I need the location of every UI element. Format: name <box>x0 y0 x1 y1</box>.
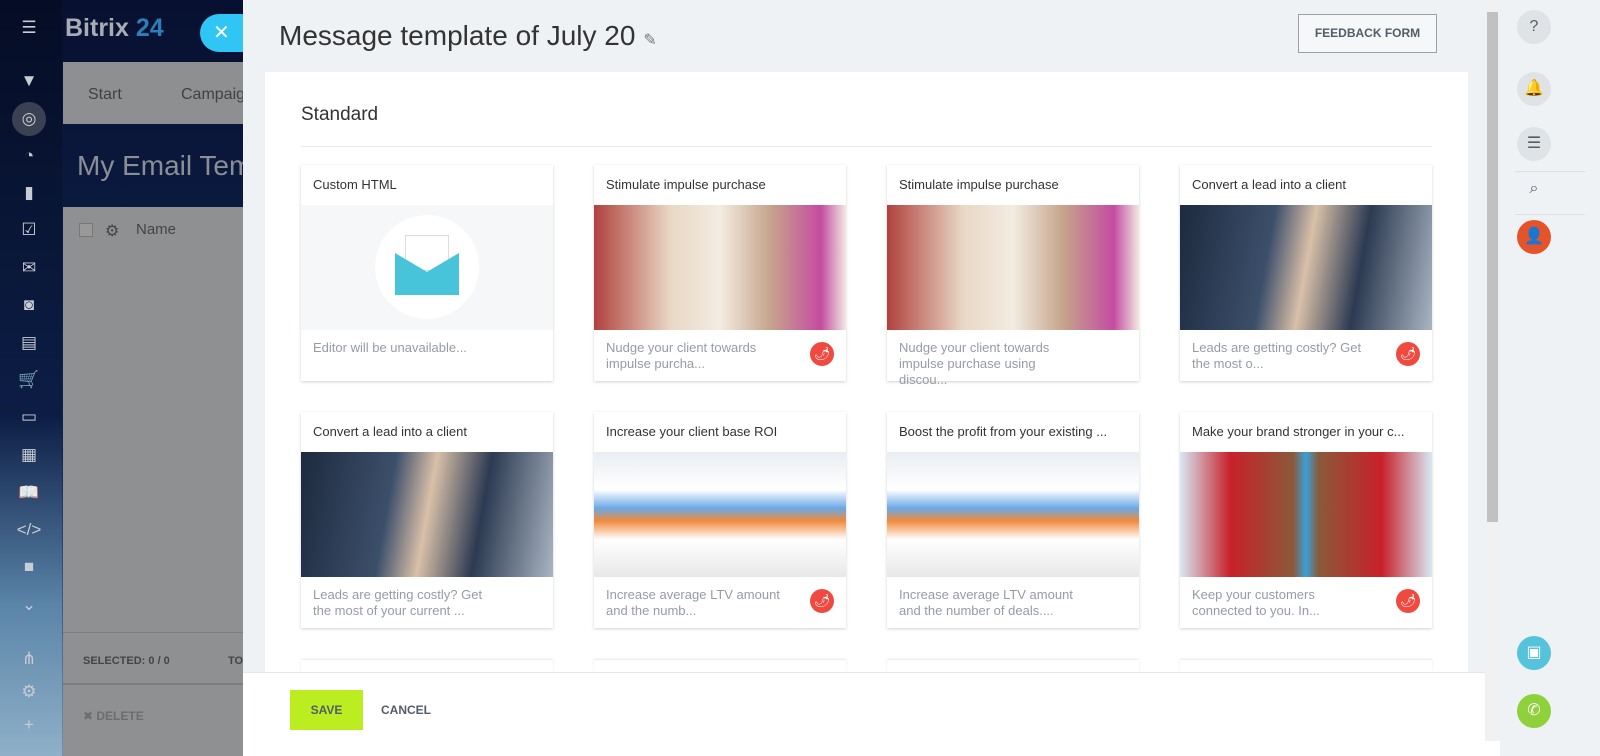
card-image <box>887 205 1139 330</box>
card-title: Convert a lead into a client <box>1192 177 1346 192</box>
background-grid: ⚙ Name SELECTED: 0 / 0 TO ✖ DELETE <box>63 207 243 756</box>
mail-icon[interactable]: ✉ <box>16 255 42 281</box>
template-slider: Message template of July 20 ✎ FEEDBACK FO… <box>243 0 1500 756</box>
network-icon[interactable]: ⋔ <box>16 646 42 672</box>
settings-icon[interactable]: ⚙ <box>16 679 42 705</box>
card-title: Make your brand stronger in your c... <box>1192 424 1405 439</box>
plus-icon[interactable]: + <box>16 712 42 738</box>
card-title: Convert a lead into a client <box>313 424 467 439</box>
save-button[interactable]: SAVE <box>290 690 363 730</box>
right-bar: ? 🔔 ☰ ⌕ 👤 ▣ ✆ <box>1500 0 1600 756</box>
card-description: Leads are getting costly? Get the most o… <box>1192 340 1362 371</box>
feedback-form-button[interactable]: FEEDBACK FORM <box>1298 14 1437 53</box>
card-description: Nudge your client towards impulse purcha… <box>606 340 757 371</box>
clock-icon[interactable]: ◔ <box>16 143 42 169</box>
template-card-partial[interactable] <box>594 660 846 672</box>
scrollbar-thumb[interactable] <box>1487 12 1498 522</box>
hot-badge-icon: 🌶 <box>810 342 834 366</box>
template-card[interactable]: Boost the profit from your existing ... … <box>887 412 1139 628</box>
card-image <box>594 452 846 577</box>
template-card-partial[interactable] <box>1180 660 1432 672</box>
card-image <box>301 205 553 330</box>
section-title: Standard <box>301 104 379 125</box>
video-icon[interactable]: ■ <box>16 554 42 580</box>
phone-icon[interactable]: ✆ <box>1517 694 1551 728</box>
template-card[interactable]: Increase your client base ROI Increase a… <box>594 412 846 628</box>
template-card[interactable]: Stimulate impulse purchase Nudge your cl… <box>594 165 846 381</box>
close-icon: ✕ <box>213 22 230 44</box>
card-title: Stimulate impulse purchase <box>606 177 766 192</box>
book-icon[interactable]: 📖 <box>16 480 42 506</box>
funnel-icon[interactable]: ▼ <box>16 68 42 94</box>
divider <box>301 146 1432 147</box>
left-nav: ☰ ▼ ◎ ◔ ▮ ☑ ✉ ◙ ▤ 🛒 ▭ ▦ 📖 </> ■ ⌄ ⋔ ⚙ + <box>0 0 62 756</box>
card-title: Increase your client base ROI <box>606 424 778 439</box>
footer: SAVE CANCEL <box>243 672 1500 756</box>
avatar[interactable]: 👤 <box>1517 220 1551 254</box>
bell-icon[interactable]: 🔔 <box>1517 72 1551 106</box>
template-card[interactable]: Custom HTML Editor will be unavailable..… <box>301 165 553 381</box>
card-image <box>1180 452 1432 577</box>
card-description: Leads are getting costly? Get the most o… <box>313 587 483 618</box>
cart-icon[interactable]: 🛒 <box>16 367 42 393</box>
logo: Bitrix 24 <box>65 14 164 42</box>
template-gallery: Standard Custom HTML Editor will be unav… <box>265 72 1468 672</box>
robot-icon[interactable]: ◙ <box>16 292 42 318</box>
card-description: Increase average LTV amount and the numb… <box>606 587 780 618</box>
card-image <box>301 452 553 577</box>
background-tabs: Start Campaig <box>63 62 243 124</box>
template-card-partial[interactable] <box>887 660 1139 672</box>
template-card[interactable]: Convert a lead into a client Leads are g… <box>301 412 553 628</box>
selected-count: SELECTED: 0 / 0 <box>83 655 170 667</box>
column-name: Name <box>136 221 177 238</box>
cancel-button[interactable]: CANCEL <box>381 690 431 730</box>
total-label: TO <box>228 655 244 667</box>
hot-badge-icon: 🌶 <box>1396 342 1420 366</box>
x-icon: ✖ <box>83 709 97 723</box>
card-image <box>1180 205 1432 330</box>
card-description: Keep your customers connected to you. In… <box>1192 587 1320 618</box>
card-description: Editor will be unavailable... <box>313 340 467 355</box>
menu-icon[interactable]: ☰ <box>16 15 42 41</box>
card-image <box>594 205 846 330</box>
chart-icon[interactable]: ▮ <box>16 180 42 206</box>
tasks-icon[interactable]: ☑ <box>16 217 42 243</box>
template-card[interactable]: Stimulate impulse purchase Nudge your cl… <box>887 165 1139 387</box>
window-icon[interactable]: ▭ <box>16 404 42 430</box>
search-icon[interactable]: ⌕ <box>1517 172 1551 206</box>
phone-transfer-icon[interactable]: ▣ <box>1517 636 1551 670</box>
target-icon[interactable]: ◎ <box>12 102 46 136</box>
delete-button[interactable]: ✖ DELETE <box>83 709 144 723</box>
tab-campaigns[interactable]: Campaig <box>181 86 243 104</box>
template-card[interactable]: Convert a lead into a client Leads are g… <box>1180 165 1432 381</box>
gear-icon[interactable]: ⚙ <box>105 221 119 241</box>
chat-icon[interactable]: ☰ <box>1517 127 1551 161</box>
help-icon[interactable]: ? <box>1517 10 1551 44</box>
template-card[interactable]: Make your brand stronger in your c... Ke… <box>1180 412 1432 628</box>
card-description: Increase average LTV amount and the numb… <box>899 587 1073 618</box>
page-title: Message template of July 20 ✎ <box>279 20 657 51</box>
store-icon[interactable]: ▤ <box>16 330 42 356</box>
background-title: My Email Tem <box>77 150 243 181</box>
more-icon[interactable]: ⌄ <box>16 592 42 618</box>
card-image <box>887 452 1139 577</box>
card-title: Boost the profit from your existing ... <box>899 424 1108 439</box>
template-card-partial[interactable] <box>301 660 553 672</box>
code-icon[interactable]: </> <box>16 517 42 543</box>
apps-icon[interactable]: ▦ <box>16 442 42 468</box>
card-title: Stimulate impulse purchase <box>899 177 1059 192</box>
pencil-icon[interactable]: ✎ <box>643 32 656 49</box>
tab-start[interactable]: Start <box>88 86 122 104</box>
card-description: Nudge your client towards impulse purcha… <box>899 340 1050 387</box>
hot-badge-icon: 🌶 <box>810 589 834 613</box>
card-title: Custom HTML <box>313 177 397 192</box>
scrollbar[interactable] <box>1485 0 1500 741</box>
select-all-checkbox[interactable] <box>79 223 93 237</box>
hot-badge-icon: 🌶 <box>1396 589 1420 613</box>
